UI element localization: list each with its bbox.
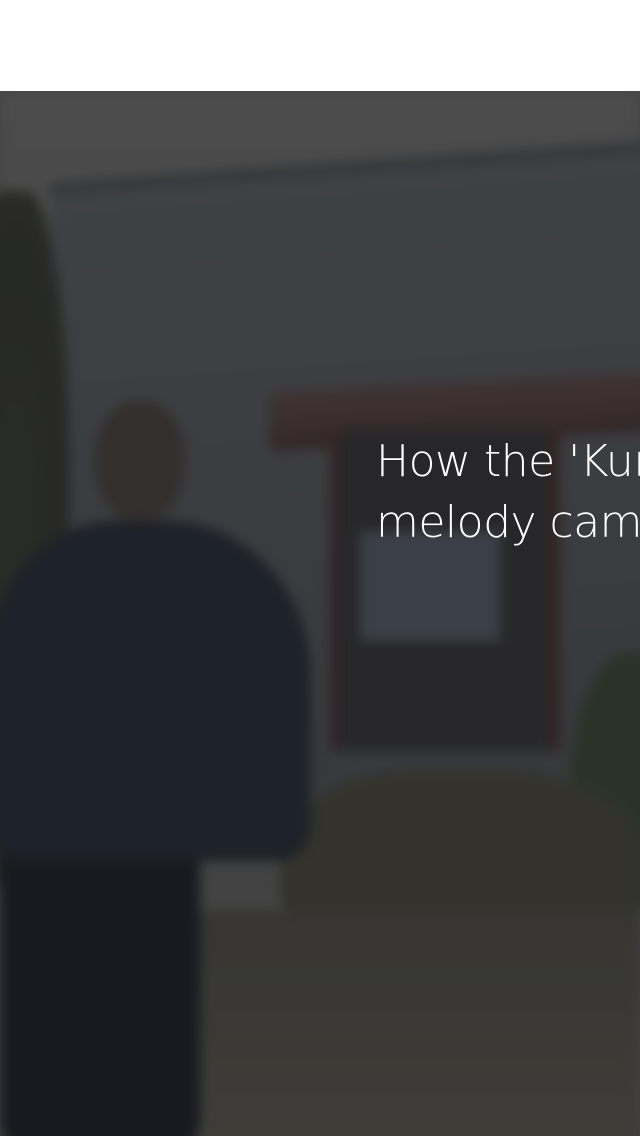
top-bar [0, 0, 640, 91]
dark-overlay [0, 91, 640, 1136]
article-headline[interactable]: How the 'Kum melody came Asia [376, 431, 640, 553]
hero-image[interactable]: How the 'Kum melody came Asia [0, 91, 640, 1136]
page: How the 'Kum melody came Asia [0, 0, 640, 1136]
